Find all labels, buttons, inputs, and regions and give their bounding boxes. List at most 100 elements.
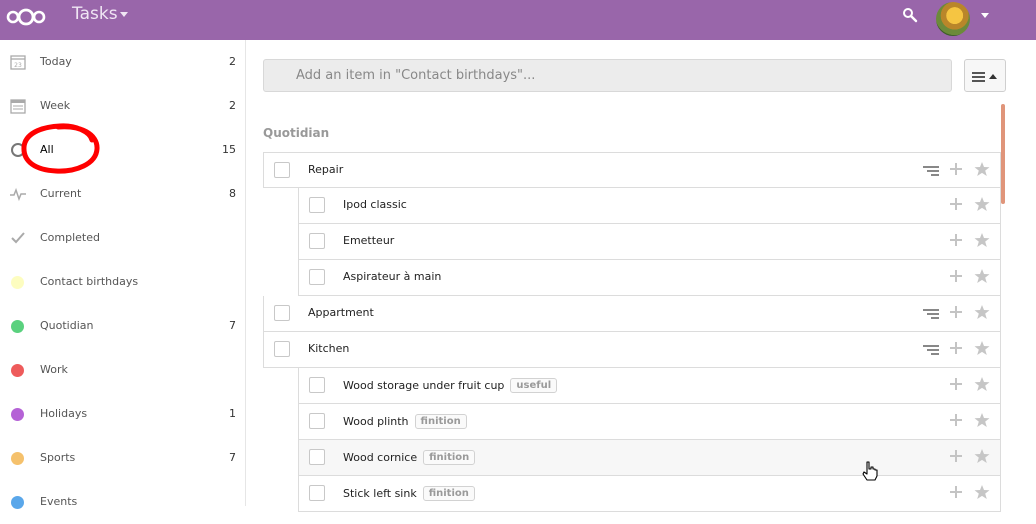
add-subtask-icon[interactable] bbox=[949, 485, 963, 499]
task-title[interactable]: Emetteur bbox=[343, 234, 394, 247]
star-icon[interactable] bbox=[974, 196, 990, 212]
calendar-icon: 23 bbox=[10, 55, 26, 70]
task-row[interactable]: Stick left sink finition bbox=[298, 476, 1001, 512]
task-title-text: Wood cornice bbox=[343, 451, 418, 464]
subtasks-toggle-icon[interactable] bbox=[923, 165, 939, 177]
add-subtask-icon[interactable] bbox=[949, 341, 963, 355]
calendar-color-dot bbox=[11, 364, 24, 377]
task-checkbox[interactable] bbox=[309, 197, 325, 213]
task-title-text: Wood plinth bbox=[343, 415, 409, 428]
sort-menu-button[interactable] bbox=[964, 59, 1006, 92]
task-row[interactable]: Emetteur bbox=[298, 224, 1001, 260]
add-subtask-icon[interactable] bbox=[949, 269, 963, 283]
task-title[interactable]: Wood cornice finition bbox=[343, 450, 476, 465]
star-icon[interactable] bbox=[974, 232, 990, 248]
app-menu-chevron-icon[interactable] bbox=[120, 12, 128, 17]
sidebar-item-work[interactable]: Work bbox=[0, 348, 246, 392]
sidebar-item-holidays[interactable]: Holidays 1 bbox=[0, 392, 246, 436]
task-title-text: Aspirateur à main bbox=[343, 270, 442, 283]
task-title[interactable]: Kitchen bbox=[308, 342, 349, 355]
calendar-color-dot bbox=[11, 276, 24, 289]
star-icon[interactable] bbox=[974, 340, 990, 356]
task-title-text: Wood storage under fruit cup bbox=[343, 379, 505, 392]
task-row[interactable]: Ipod classic bbox=[298, 188, 1001, 224]
app-header: Tasks bbox=[0, 0, 1036, 40]
task-tag[interactable]: useful bbox=[510, 378, 558, 393]
chevron-down-icon[interactable] bbox=[981, 13, 989, 18]
sidebar: 23 Today 2 Week 2 All 15 Current 8 Compl… bbox=[0, 40, 246, 509]
task-row[interactable]: Aspirateur à main bbox=[298, 260, 1001, 296]
sidebar-item-current[interactable]: Current 8 bbox=[0, 172, 246, 216]
task-row[interactable]: Repair bbox=[263, 152, 1001, 188]
star-icon[interactable] bbox=[974, 268, 990, 284]
task-checkbox[interactable] bbox=[309, 449, 325, 465]
task-title[interactable]: Appartment bbox=[308, 306, 374, 319]
task-row[interactable]: Appartment bbox=[263, 296, 1001, 332]
task-checkbox[interactable] bbox=[309, 485, 325, 501]
task-title-text: Appartment bbox=[308, 306, 374, 319]
calendar-color-dot bbox=[11, 408, 24, 421]
task-list-panel: Quotidian Repair Ipod classic Emetteur Aspi… bbox=[247, 40, 1036, 512]
sidebar-item-events[interactable]: Events bbox=[0, 480, 246, 524]
task-row[interactable]: Wood storage under fruit cup useful bbox=[298, 368, 1001, 404]
add-subtask-icon[interactable] bbox=[949, 233, 963, 247]
task-checkbox[interactable] bbox=[309, 377, 325, 393]
sidebar-item-completed[interactable]: Completed bbox=[0, 216, 246, 260]
star-icon[interactable] bbox=[974, 304, 990, 320]
sidebar-item-week[interactable]: Week 2 bbox=[0, 84, 246, 128]
star-icon[interactable] bbox=[974, 412, 990, 428]
app-title[interactable]: Tasks bbox=[72, 4, 118, 24]
sidebar-item-all[interactable]: All 15 bbox=[0, 128, 246, 172]
star-icon[interactable] bbox=[974, 484, 990, 500]
task-row[interactable]: Kitchen bbox=[263, 332, 1001, 368]
sidebar-item-label: Holidays bbox=[40, 407, 88, 420]
subtasks-toggle-icon[interactable] bbox=[923, 308, 939, 320]
sidebar-item-quotidian[interactable]: Quotidian 7 bbox=[0, 304, 246, 348]
task-title[interactable]: Repair bbox=[308, 163, 343, 176]
task-checkbox[interactable] bbox=[309, 269, 325, 285]
sort-icon bbox=[972, 72, 997, 82]
sidebar-item-label: Contact birthdays bbox=[40, 275, 139, 288]
task-row[interactable]: Wood plinth finition bbox=[298, 404, 1001, 440]
sidebar-item-count: 7 bbox=[229, 319, 236, 332]
add-item-input[interactable] bbox=[263, 59, 952, 92]
task-title[interactable]: Aspirateur à main bbox=[343, 270, 441, 283]
check-icon bbox=[11, 232, 25, 244]
star-icon[interactable] bbox=[974, 376, 990, 392]
subtasks-toggle-icon[interactable] bbox=[923, 344, 939, 356]
sidebar-item-count: 1 bbox=[229, 407, 236, 420]
add-subtask-icon[interactable] bbox=[949, 197, 963, 211]
task-checkbox[interactable] bbox=[309, 413, 325, 429]
add-subtask-icon[interactable] bbox=[949, 305, 963, 319]
sidebar-item-label: Quotidian bbox=[40, 319, 94, 332]
task-row[interactable]: Wood cornice finition bbox=[298, 440, 1001, 476]
task-title[interactable]: Wood storage under fruit cup useful bbox=[343, 378, 558, 393]
task-checkbox[interactable] bbox=[274, 305, 290, 321]
task-title[interactable]: Wood plinth finition bbox=[343, 414, 467, 429]
task-checkbox[interactable] bbox=[309, 233, 325, 249]
sidebar-item-label: Today bbox=[40, 55, 72, 68]
star-icon[interactable] bbox=[974, 448, 990, 464]
task-checkbox[interactable] bbox=[274, 341, 290, 357]
star-icon[interactable] bbox=[974, 161, 990, 177]
task-checkbox[interactable] bbox=[274, 162, 290, 178]
sidebar-item-today[interactable]: 23 Today 2 bbox=[0, 40, 246, 84]
user-avatar[interactable] bbox=[936, 2, 970, 36]
sidebar-item-sports[interactable]: Sports 7 bbox=[0, 436, 246, 480]
scrollbar-thumb[interactable] bbox=[1001, 104, 1005, 204]
task-tag[interactable]: finition bbox=[422, 486, 475, 501]
activity-icon bbox=[10, 187, 26, 202]
task-title-text: Stick left sink bbox=[343, 487, 417, 500]
sidebar-item-contact-birthdays[interactable]: Contact birthdays bbox=[0, 260, 246, 304]
task-tag[interactable]: finition bbox=[414, 414, 467, 429]
add-subtask-icon[interactable] bbox=[949, 162, 963, 176]
task-title[interactable]: Ipod classic bbox=[343, 198, 407, 211]
add-subtask-icon[interactable] bbox=[949, 449, 963, 463]
nextcloud-logo[interactable] bbox=[6, 6, 46, 28]
task-title[interactable]: Stick left sink finition bbox=[343, 486, 475, 501]
add-subtask-icon[interactable] bbox=[949, 377, 963, 391]
search-icon[interactable] bbox=[902, 7, 918, 23]
task-tag[interactable]: finition bbox=[423, 450, 476, 465]
sidebar-item-count: 8 bbox=[229, 187, 236, 200]
add-subtask-icon[interactable] bbox=[949, 413, 963, 427]
